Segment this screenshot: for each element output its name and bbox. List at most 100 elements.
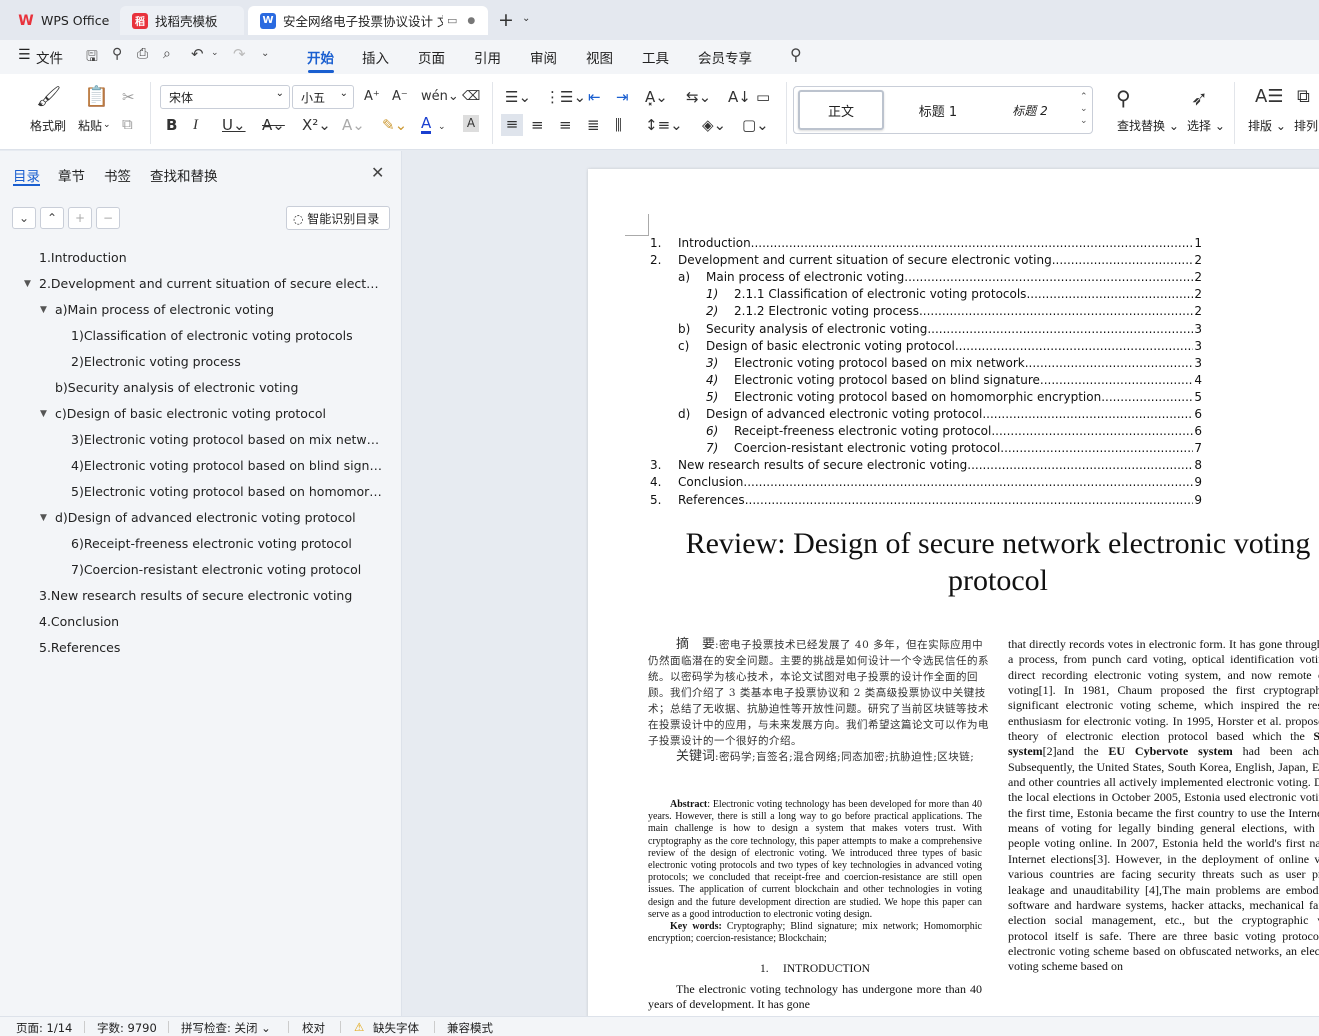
arrange-icon[interactable]: A☰ [1255, 86, 1283, 107]
toc-line[interactable]: 7) Coercion-resistant electronic voting p… [650, 441, 1202, 458]
shading-icon[interactable]: ◈⌄ [702, 115, 726, 135]
format-painter-icon[interactable]: 🖌 [36, 86, 61, 106]
underline-icon[interactable]: U⌄ [222, 115, 246, 135]
bullet-list-icon[interactable]: ☰⌄ [505, 87, 531, 107]
arrange-button[interactable]: 排版 ⌄ [1248, 117, 1286, 134]
font-color-dropdown-icon[interactable]: ⌄ [438, 117, 446, 137]
char-shading-icon[interactable]: A [463, 115, 479, 132]
tab-docer[interactable]: 稻 找稻壳模板 [120, 6, 244, 35]
font-color-icon[interactable]: A [421, 115, 432, 134]
toc-item[interactable]: 1.Introduction [39, 250, 383, 265]
toc-item[interactable]: b)Security analysis of electronic voting [55, 380, 383, 395]
line-spacing-icon[interactable]: ↕≡⌄ [645, 115, 683, 135]
proofread-button[interactable]: 校对 [302, 1020, 325, 1036]
expand-caret-icon[interactable]: ▼ [24, 279, 31, 289]
tab-chapter[interactable]: 章节 [58, 165, 85, 185]
toc-item[interactable]: 5)Electronic voting protocol based on ho… [71, 484, 383, 499]
sort-icon[interactable]: A↓ [728, 87, 751, 107]
missing-font-button[interactable]: 缺失字体 [373, 1020, 419, 1036]
expand-caret-icon[interactable]: ▼ [40, 409, 47, 419]
strikethrough-icon[interactable]: A⌄ [262, 115, 285, 135]
tab-toc[interactable]: 目录 [13, 165, 40, 185]
toc-line[interactable]: c) Design of basic electronic voting prot… [650, 339, 1202, 356]
columns-button[interactable]: 排列 [1294, 117, 1318, 134]
tab-find-replace[interactable]: 查找和替换 [150, 165, 218, 185]
decrease-indent-icon[interactable]: ⇤ [588, 87, 601, 107]
grow-font-icon[interactable]: A⁺ [364, 87, 380, 107]
toc-line[interactable]: 4) Electronic voting protocol based on bl… [650, 373, 1202, 390]
align-right-icon[interactable]: ≡ [559, 115, 572, 135]
font-size-select[interactable]: 小五 ⌄ [292, 85, 354, 109]
highlight-icon[interactable]: ✎⌄ [382, 115, 407, 135]
text-effect-icon[interactable]: A⌄ [342, 115, 365, 135]
style-normal[interactable]: 正文 [798, 90, 884, 130]
menu-member[interactable]: 会员专享 [698, 47, 752, 67]
save-icon[interactable]: 🖫 [86, 46, 98, 70]
toc-item[interactable]: c)Design of basic electronic voting prot… [55, 406, 383, 421]
clear-format-icon[interactable]: ⌫ [462, 87, 480, 107]
pinyin-icon[interactable]: wén⌄ [421, 87, 459, 107]
toc-item[interactable]: d)Design of advanced electronic voting p… [55, 510, 383, 525]
menu-page[interactable]: 页面 [418, 47, 445, 67]
toc-item[interactable]: 1)Classification of electronic voting pr… [71, 328, 383, 343]
toc-line[interactable]: 3. New research results of secure electro… [650, 458, 1202, 475]
show-marks-icon[interactable]: ▭ [756, 87, 770, 107]
copy-icon[interactable]: ⧉ [122, 114, 133, 134]
toc-line[interactable]: 1. Introduction 1 [650, 236, 1202, 253]
redo-icon[interactable]: ↷ [233, 45, 246, 63]
toc-item[interactable]: 4)Electronic voting protocol based on bl… [71, 458, 383, 473]
superscript-icon[interactable]: X²⌄ [302, 115, 331, 135]
menu-reference[interactable]: 引用 [474, 47, 501, 67]
tab-list-chevron-icon[interactable]: ⌄ [522, 13, 530, 24]
menu-start[interactable]: 开始 [307, 47, 334, 67]
style-heading-2[interactable]: 标题 2 [990, 90, 1070, 130]
spell-check-toggle[interactable]: 拼写检查: 关闭 ⌄ [181, 1020, 271, 1036]
paste-icon[interactable]: 📋 [84, 86, 109, 106]
toc-item[interactable]: 3.New research results of secure electro… [39, 588, 383, 603]
add-heading-plus-icon[interactable]: + [68, 207, 92, 229]
paste-dropdown-icon[interactable]: ⌄ [103, 120, 111, 130]
find-replace-button[interactable]: 查找替换 ⌄ [1117, 117, 1179, 134]
find-replace-icon[interactable]: ⚲ [1116, 86, 1131, 110]
toc-item[interactable]: a)Main process of electronic voting [55, 302, 383, 317]
toc-line[interactable]: 4. Conclusion 9 [650, 475, 1202, 492]
expand-caret-icon[interactable]: ▼ [40, 305, 47, 315]
page-indicator[interactable]: 页面: 1/14 [16, 1020, 72, 1036]
toc-line[interactable]: 2) 2.1.2 Electronic voting process 2 [650, 304, 1202, 321]
tab-document[interactable]: W 安全网络电子投票协议设计 文 ▭ ● [248, 6, 488, 35]
toc-line[interactable]: 3) Electronic voting protocol based on mi… [650, 356, 1202, 373]
border-icon[interactable]: ▢⌄ [742, 115, 769, 135]
tab-wps-office[interactable]: W WPS Office [6, 6, 116, 35]
expand-caret-icon[interactable]: ▼ [40, 513, 47, 523]
distributed-align-icon[interactable]: ⫼ [615, 115, 622, 135]
columns-icon[interactable]: ⧉ [1297, 86, 1310, 107]
format-painter-button[interactable]: 格式刷 [30, 117, 66, 134]
monitor-icon[interactable]: ▭ [447, 14, 457, 27]
cut-icon[interactable]: ✂ [122, 87, 135, 107]
justify-icon[interactable]: ≣ [587, 115, 600, 135]
numbered-list-icon[interactable]: ⋮☰⌄ [545, 87, 586, 107]
print-icon[interactable]: ⎙ [137, 46, 148, 62]
close-icon[interactable]: ✕ [371, 163, 384, 182]
more-chevron-icon[interactable]: ⌄ [261, 48, 269, 59]
toc-item[interactable]: 3)Electronic voting protocol based on mi… [71, 432, 383, 447]
select-cursor-icon[interactable]: ➶ [1191, 86, 1208, 110]
new-tab-plus-icon[interactable]: + [498, 9, 514, 31]
toc-line[interactable]: b) Security analysis of electronic voting… [650, 322, 1202, 339]
smart-toc-button[interactable]: ◌ 智能识别目录 [286, 206, 390, 230]
expand-chevron-down-icon[interactable]: ⌄ [12, 207, 36, 229]
hamburger-icon[interactable]: ☰ [18, 47, 31, 63]
undo-dropdown-icon[interactable]: ⌄ [211, 48, 219, 58]
style-scroll-icon[interactable]: ⌃ ⌄ ⌄ [1080, 91, 1088, 127]
toc-line[interactable]: 5. References 9 [650, 493, 1202, 510]
print-preview-icon[interactable]: ⌕ [163, 46, 171, 62]
bold-icon[interactable]: B [166, 115, 177, 135]
toc-item[interactable]: 6)Receipt-freeness electronic voting pro… [71, 536, 383, 551]
italic-icon[interactable]: I [193, 115, 198, 135]
font-name-select[interactable]: 宋体 ⌄ [160, 85, 290, 109]
share-link-icon[interactable]: ⚲ [112, 46, 122, 62]
increase-indent-icon[interactable]: ⇥ [616, 87, 629, 107]
word-count[interactable]: 字数: 9790 [97, 1020, 157, 1036]
undo-icon[interactable]: ↶ [191, 45, 204, 63]
shrink-font-icon[interactable]: A⁻ [392, 87, 408, 107]
